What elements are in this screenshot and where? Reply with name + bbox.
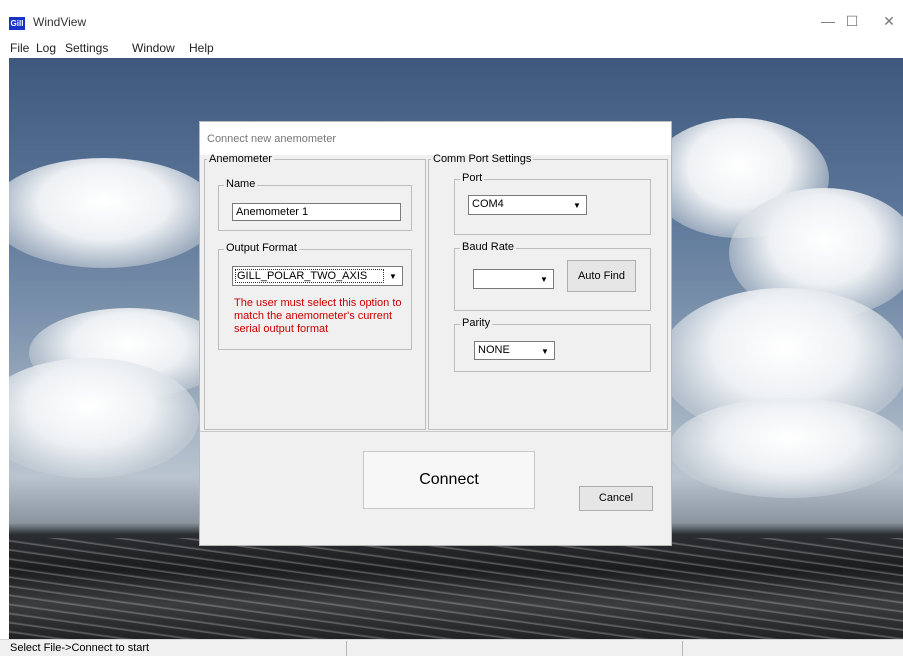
menu-log[interactable]: Log [36, 41, 56, 55]
chevron-down-icon[interactable]: ▼ [570, 198, 584, 212]
output-format-value: GILL_POLAR_TWO_AXIS [235, 269, 384, 283]
port-select[interactable]: COM4 ▼ [468, 195, 587, 215]
close-button[interactable]: ✕ [874, 11, 903, 31]
name-label: Name [224, 178, 258, 190]
menu-bar: File Log Settings Window Help [0, 38, 903, 58]
auto-find-button[interactable]: Auto Find [567, 260, 636, 292]
dialog-title-bar: Connect new anemometer [200, 122, 671, 155]
cloud [9, 158, 219, 268]
menu-settings[interactable]: Settings [65, 41, 108, 55]
parity-label: Parity [460, 317, 493, 329]
parity-group: Parity NONE ▼ [454, 317, 651, 372]
status-separator [682, 641, 683, 656]
title-bar: Gill WindView — ☐ ✕ [0, 0, 903, 38]
chevron-down-icon[interactable]: ▼ [538, 344, 552, 357]
baud-rate-label: Baud Rate [460, 241, 516, 253]
menu-window[interactable]: Window [132, 41, 175, 55]
window-title: WindView [33, 15, 87, 29]
status-separator [346, 641, 347, 656]
chevron-down-icon[interactable]: ▼ [537, 272, 551, 286]
menu-file[interactable]: File [10, 41, 29, 55]
maximize-button[interactable]: ☐ [837, 11, 867, 31]
name-input[interactable]: Anemometer 1 [232, 203, 401, 221]
cancel-button[interactable]: Cancel [579, 486, 653, 511]
app-logo-icon: Gill [9, 17, 25, 30]
anemometer-group-label: Anemometer [209, 153, 272, 165]
cloud [669, 398, 903, 498]
baud-rate-group: Baud Rate ▼ Auto Find [454, 241, 651, 311]
port-label: Port [460, 172, 485, 184]
parity-value: NONE [478, 344, 510, 356]
comm-port-group-label: Comm Port Settings [433, 153, 532, 165]
output-format-label: Output Format [224, 242, 299, 254]
sea-surface [9, 538, 903, 639]
name-group: Name Anemometer 1 [218, 178, 412, 231]
status-text: Select File->Connect to start [10, 642, 150, 654]
output-format-group: Output Format GILL_POLAR_TWO_AXIS ▼ The … [218, 242, 412, 350]
connect-button[interactable]: Connect [363, 451, 535, 509]
output-format-select[interactable]: GILL_POLAR_TWO_AXIS ▼ [232, 266, 403, 286]
connect-dialog: Connect new anemometer Anemometer Name A… [199, 121, 672, 546]
port-group: Port COM4 ▼ [454, 172, 651, 235]
parity-select[interactable]: NONE ▼ [474, 341, 555, 360]
dialog-title: Connect new anemometer [207, 133, 337, 145]
divider [200, 431, 671, 432]
chevron-down-icon[interactable]: ▼ [386, 269, 400, 283]
port-value: COM4 [472, 198, 504, 210]
status-bar: Select File->Connect to start [0, 639, 903, 656]
menu-help[interactable]: Help [189, 41, 214, 55]
output-format-note: The user must select this option to matc… [234, 297, 402, 335]
baud-rate-select[interactable]: ▼ [473, 269, 554, 289]
baud-rate-value [476, 272, 535, 286]
